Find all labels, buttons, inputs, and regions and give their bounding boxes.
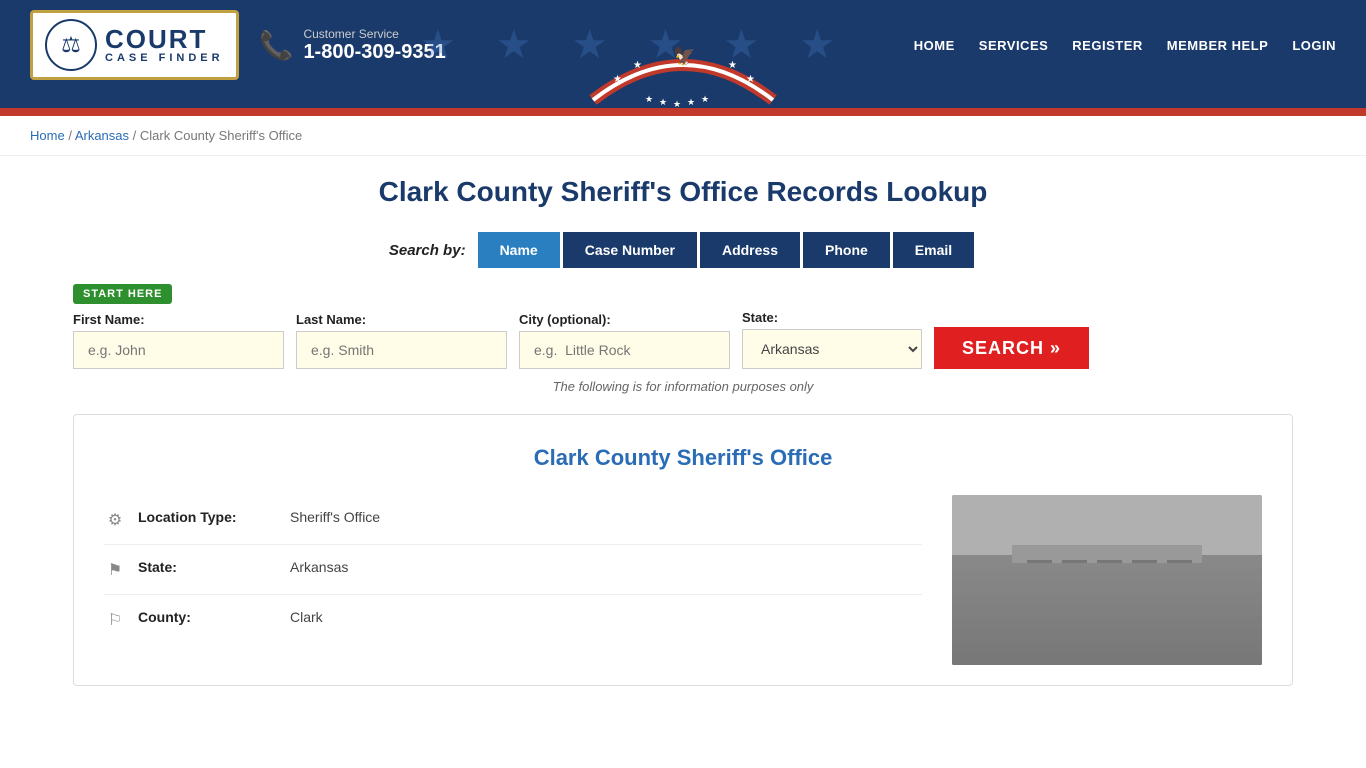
star-6: ★ <box>799 22 835 68</box>
county-val: Clark <box>290 609 323 625</box>
building-placeholder <box>952 495 1262 665</box>
svg-text:★: ★ <box>673 99 681 109</box>
location-type-val: Sheriff's Office <box>290 509 380 525</box>
site-logo[interactable]: ⚖ COURT CASE FINDER <box>30 10 239 80</box>
info-row-location-type: ⚙ Location Type: Sheriff's Office <box>104 495 922 545</box>
svg-text:🦅: 🦅 <box>673 45 695 66</box>
info-card-title: Clark County Sheriff's Office <box>104 445 1262 471</box>
logo-case-finder-label: CASE FINDER <box>105 52 224 64</box>
state-group: State: Arkansas Alabama Alaska Arizona C… <box>742 310 922 369</box>
tab-name[interactable]: Name <box>478 232 560 268</box>
breadcrumb-sep-2: / <box>133 128 140 143</box>
search-by-label: Search by: <box>389 242 466 259</box>
city-label: City (optional): <box>519 312 730 327</box>
logo-court-label: COURT <box>105 26 224 52</box>
location-type-icon: ⚙ <box>104 510 126 530</box>
header-bottom: ★ ★ ★ ★ 🦅 ★ ★ ★ ★ ★ <box>0 90 1366 108</box>
svg-text:★: ★ <box>613 74 622 85</box>
state-key: State: <box>138 559 278 575</box>
svg-text:★: ★ <box>746 74 755 85</box>
nav-login[interactable]: LOGIN <box>1292 38 1336 53</box>
svg-text:★: ★ <box>633 60 642 71</box>
search-button[interactable]: SEARCH » <box>934 327 1089 369</box>
eagle-arch-svg: ★ ★ ★ ★ 🦅 ★ ★ ★ ★ ★ <box>583 40 783 110</box>
county-icon: ⚐ <box>104 610 126 630</box>
first-name-input[interactable] <box>73 331 284 369</box>
breadcrumb-state[interactable]: Arkansas <box>75 128 129 143</box>
phone-info: Customer Service 1-800-309-9351 <box>303 27 445 64</box>
breadcrumb-home[interactable]: Home <box>30 128 65 143</box>
svg-text:★: ★ <box>728 60 737 71</box>
nav-member-help[interactable]: MEMBER HELP <box>1167 38 1269 53</box>
first-name-label: First Name: <box>73 312 284 327</box>
last-name-label: Last Name: <box>296 312 507 327</box>
city-input[interactable] <box>519 331 730 369</box>
nav-home[interactable]: HOME <box>914 38 955 53</box>
svg-text:★: ★ <box>659 97 667 107</box>
main-nav: HOME SERVICES REGISTER MEMBER HELP LOGIN <box>914 38 1336 53</box>
svg-text:★: ★ <box>645 94 653 104</box>
search-form: First Name: Last Name: City (optional): … <box>73 310 1293 369</box>
location-type-key: Location Type: <box>138 509 278 525</box>
breadcrumb: Home / Arkansas / Clark County Sheriff's… <box>0 116 1366 156</box>
last-name-input[interactable] <box>296 331 507 369</box>
tab-email[interactable]: Email <box>893 232 974 268</box>
phone-icon: 📞 <box>259 29 294 62</box>
info-card: Clark County Sheriff's Office ⚙ Location… <box>73 414 1293 686</box>
main-content: Clark County Sheriff's Office Records Lo… <box>43 156 1323 706</box>
tab-phone[interactable]: Phone <box>803 232 890 268</box>
info-note: The following is for information purpose… <box>73 379 1293 394</box>
state-select[interactable]: Arkansas Alabama Alaska Arizona Californ… <box>742 329 922 369</box>
star-2: ★ <box>496 22 532 68</box>
county-key: County: <box>138 609 278 625</box>
svg-text:★: ★ <box>701 94 709 104</box>
info-row-state: ⚑ State: Arkansas <box>104 545 922 595</box>
nav-register[interactable]: REGISTER <box>1072 38 1142 53</box>
svg-text:★: ★ <box>687 97 695 107</box>
breadcrumb-current: Clark County Sheriff's Office <box>140 128 302 143</box>
building-image <box>952 495 1262 665</box>
phone-label: Customer Service <box>303 27 445 41</box>
tab-case-number[interactable]: Case Number <box>563 232 697 268</box>
tab-address[interactable]: Address <box>700 232 800 268</box>
info-details: ⚙ Location Type: Sheriff's Office ⚑ Stat… <box>104 495 922 665</box>
state-icon: ⚑ <box>104 560 126 580</box>
start-here-badge: START HERE <box>73 284 172 304</box>
search-form-container: START HERE First Name: Last Name: City (… <box>73 284 1293 369</box>
city-group: City (optional): <box>519 312 730 369</box>
phone-box: 📞 Customer Service 1-800-309-9351 <box>259 27 446 64</box>
info-card-body: ⚙ Location Type: Sheriff's Office ⚑ Stat… <box>104 495 1262 665</box>
phone-number: 1-800-309-9351 <box>303 41 445 64</box>
info-row-county: ⚐ County: Clark <box>104 595 922 644</box>
state-val: Arkansas <box>290 559 348 575</box>
page-title: Clark County Sheriff's Office Records Lo… <box>73 176 1293 208</box>
state-label: State: <box>742 310 922 325</box>
first-name-group: First Name: <box>73 312 284 369</box>
last-name-group: Last Name: <box>296 312 507 369</box>
logo-emblem: ⚖ <box>45 19 97 71</box>
nav-services[interactable]: SERVICES <box>979 38 1049 53</box>
search-tabs-row: Search by: Name Case Number Address Phon… <box>73 232 1293 268</box>
header-left: ⚖ COURT CASE FINDER 📞 Customer Service 1… <box>30 10 446 80</box>
logo-text: COURT CASE FINDER <box>105 26 224 64</box>
